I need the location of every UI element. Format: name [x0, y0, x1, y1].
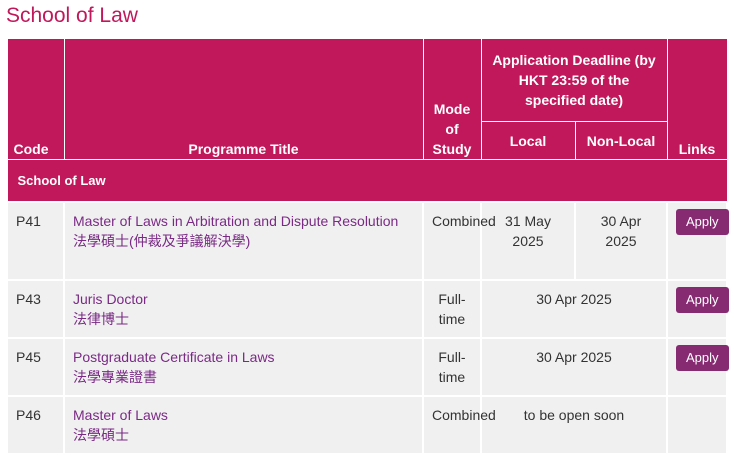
table-row: P46 Master of Laws 法學碩士 Combined to be o…: [6, 394, 728, 455]
programme-table: Code Programme Title Mode of Study Appli…: [6, 38, 729, 455]
programme-code: P41: [6, 200, 65, 281]
deadline-all: 30 Apr 2025: [480, 336, 668, 397]
mode-of-study: Full-time: [422, 336, 482, 397]
programme-link[interactable]: Postgraduate Certificate in Laws: [73, 347, 414, 367]
header-programme-title: Programme Title: [63, 38, 424, 160]
table-row: P43 Juris Doctor 法律博士 Full-time 30 Apr 2…: [6, 278, 729, 339]
programme-title-cell: Postgraduate Certificate in Laws 法學專業證書: [63, 336, 424, 397]
header-code: Code: [6, 38, 65, 160]
links-cell: Apply: [666, 200, 729, 281]
deadline-all: to be open soon: [480, 394, 668, 455]
programme-title-zh: 法律博士: [73, 310, 129, 327]
programme-code: P45: [6, 336, 65, 397]
programme-title-zh: 法學碩士: [73, 426, 129, 443]
links-cell: [666, 394, 728, 455]
header-links: Links: [666, 38, 728, 160]
apply-button[interactable]: Apply: [676, 286, 729, 313]
programme-link[interactable]: Juris Doctor: [73, 289, 414, 309]
deadline-all: 30 Apr 2025: [480, 278, 668, 339]
mode-of-study: Combined: [422, 394, 496, 455]
apply-button[interactable]: Apply: [676, 208, 729, 235]
mode-of-study: Combined: [422, 200, 496, 281]
links-cell: Apply: [666, 336, 729, 397]
programme-code: P46: [6, 394, 65, 455]
mode-of-study: Full-time: [422, 278, 482, 339]
page-title: School of Law: [6, 4, 138, 27]
header-mode-of-study: Mode of Study: [422, 38, 482, 160]
programme-link[interactable]: Master of Laws in Arbitration and Disput…: [73, 211, 414, 231]
header-non-local: Non-Local: [574, 121, 668, 160]
group-header-school-of-law: School of Law: [6, 159, 728, 202]
programme-title-cell: Master of Laws 法學碩士: [63, 394, 424, 455]
apply-button[interactable]: Apply: [676, 344, 729, 371]
programme-title-cell: Juris Doctor 法律博士: [63, 278, 424, 339]
links-cell: Apply: [666, 278, 729, 339]
programme-title-cell: Master of Laws in Arbitration and Disput…: [63, 200, 424, 281]
header-local: Local: [480, 121, 576, 160]
table-row: P41 Master of Laws in Arbitration and Di…: [6, 200, 729, 281]
programme-code: P43: [6, 278, 65, 339]
header-application-deadline: Application Deadline (by HKT 23:59 of th…: [480, 38, 668, 122]
programme-link[interactable]: Master of Laws: [73, 405, 414, 425]
programme-title-zh: 法學碩士(仲裁及爭議解決學): [73, 232, 251, 249]
deadline-non-local: 30 Apr 2025: [574, 200, 668, 281]
table-row: P45 Postgraduate Certificate in Laws 法學專…: [6, 336, 729, 397]
programme-title-zh: 法學專業證書: [73, 368, 157, 385]
